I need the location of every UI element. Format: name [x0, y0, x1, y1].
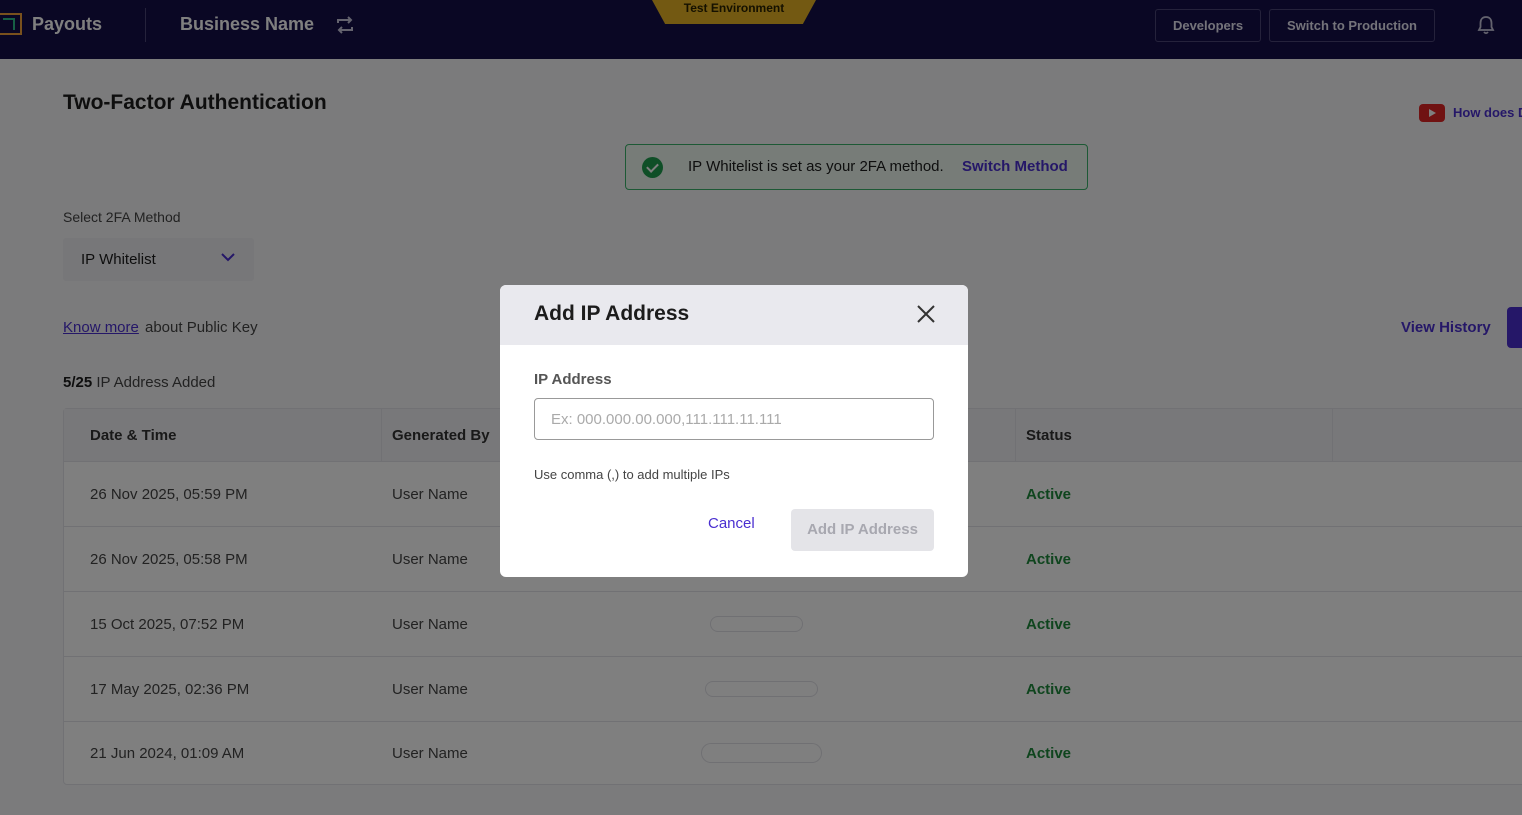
ip-address-label: IP Address — [534, 371, 612, 388]
add-ip-address-button[interactable]: Add IP Address — [791, 509, 934, 551]
add-ip-modal: Add IP Address IP Address Use comma (,) … — [500, 285, 968, 577]
cancel-button[interactable]: Cancel — [708, 515, 755, 532]
close-icon[interactable] — [916, 304, 936, 324]
modal-title: Add IP Address — [534, 302, 690, 325]
modal-header: Add IP Address — [500, 285, 968, 345]
ip-address-input[interactable] — [534, 398, 934, 440]
ip-hint-text: Use comma (,) to add multiple IPs — [534, 467, 730, 482]
